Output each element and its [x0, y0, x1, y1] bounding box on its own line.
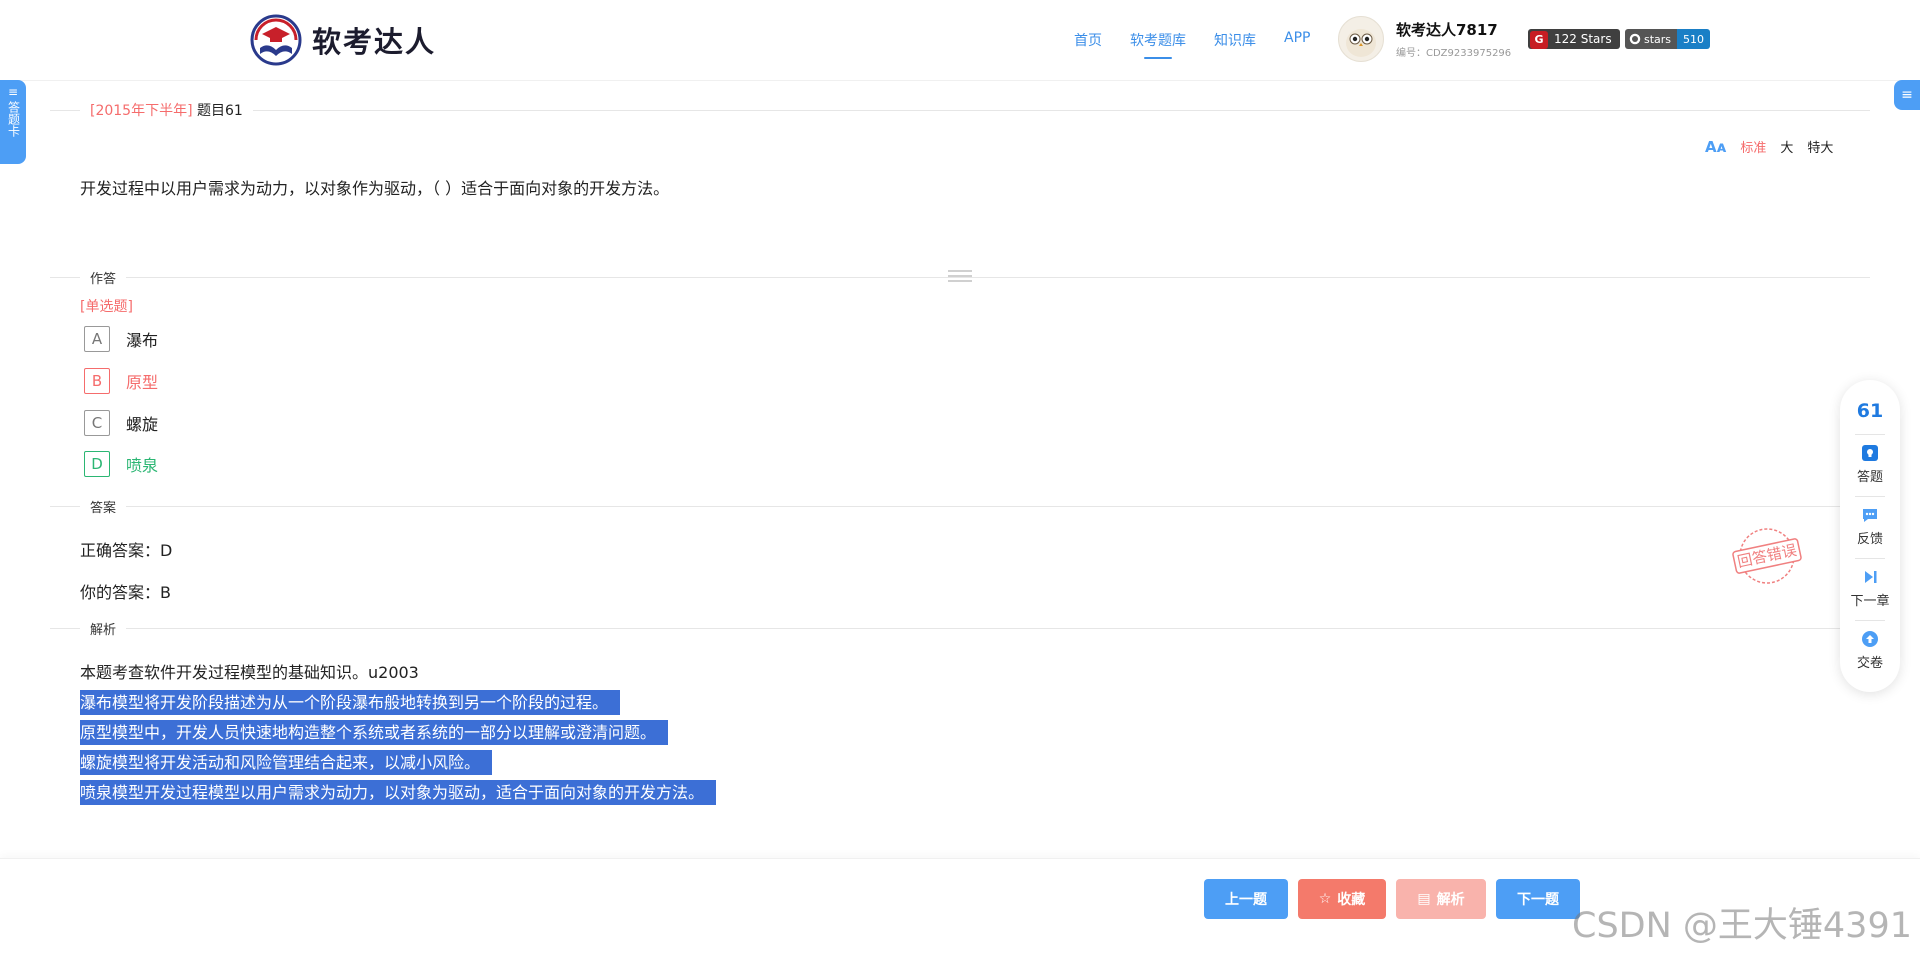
answer-card-label: 答题卡 — [6, 101, 21, 137]
gitee-stars-count: 122 Stars — [1554, 32, 1612, 46]
gitee-stars-badge[interactable]: G 122 Stars — [1528, 29, 1620, 49]
nav-app[interactable]: APP — [1284, 30, 1310, 50]
prev-question-button[interactable]: 上一题 — [1204, 879, 1288, 919]
answer-label: 答题 — [1856, 470, 1883, 485]
analysis-line: 本题考查软件开发过程模型的基础知识。u2003 — [80, 663, 419, 682]
user-name: 软考达人7817 — [1396, 21, 1498, 39]
next-chapter-button[interactable]: 下一章 — [1840, 568, 1900, 609]
document-icon: ▤ — [1417, 891, 1431, 907]
star-icon: ☆ — [1318, 891, 1332, 907]
next-chapter-label: 下一章 — [1850, 594, 1890, 609]
main-nav: 首页 软考题库 知识库 APP — [1074, 30, 1338, 59]
answer-card-tab[interactable]: ≡ 答题卡 — [0, 80, 26, 164]
nav-home[interactable]: 首页 — [1074, 30, 1102, 50]
answer-divider — [50, 506, 1870, 507]
analysis-divider — [50, 628, 1870, 629]
analysis-line-selected: 螺旋模型将开发活动和风险管理结合起来，以减小风险。 — [80, 750, 493, 775]
option-d[interactable]: D 喷泉 — [84, 451, 158, 477]
option-letter: B — [84, 368, 110, 394]
font-large-button[interactable]: 大 — [1780, 137, 1793, 156]
feedback-button[interactable]: 反馈 — [1840, 506, 1900, 547]
option-c[interactable]: C 螺旋 — [84, 410, 158, 436]
analysis-body: 本题考查软件开发过程模型的基础知识。u2003 瀑布模型将开发阶段描述为从一个阶… — [80, 658, 717, 808]
option-letter: D — [84, 451, 110, 477]
option-a[interactable]: A 瀑布 — [84, 326, 158, 352]
github-badge-label: stars — [1644, 32, 1672, 46]
drag-handle[interactable] — [948, 270, 972, 284]
option-text: 螺旋 — [126, 415, 159, 434]
answer-icon — [1862, 445, 1878, 461]
prev-question-label: 上一题 — [1225, 892, 1267, 908]
nav-question-bank[interactable]: 软考题库 — [1130, 30, 1186, 59]
top-header: 软考达人 首页 软考题库 知识库 APP 软考达人7817 编号：CDZ9233… — [0, 0, 1920, 81]
floating-toolbar: 61 答题 反馈 下一章 交卷 — [1840, 380, 1900, 692]
github-icon — [1629, 33, 1641, 45]
csdn-watermark: CSDN @王大锤4391 — [1572, 906, 1912, 946]
favorite-label: 收藏 — [1337, 892, 1366, 908]
correct-answer: 正确答案：D — [80, 541, 173, 560]
submit-button[interactable]: 交卷 — [1840, 630, 1900, 671]
question-divider — [50, 110, 1870, 111]
nav-knowledge-base[interactable]: 知识库 — [1214, 30, 1256, 50]
question-text: 开发过程中以用户需求为动力，以对象作为驱动，（ ）适合于面向对象的开发方法。 — [80, 179, 670, 198]
avatar[interactable] — [1338, 16, 1384, 62]
favorite-button[interactable]: ☆ 收藏 — [1298, 879, 1386, 919]
brand-logo[interactable]: 软考达人 — [250, 14, 436, 66]
option-text: 原型 — [126, 373, 159, 392]
current-question-number[interactable]: 61 — [1840, 400, 1900, 422]
question-number: 题目61 — [197, 103, 243, 119]
owl-icon — [1346, 29, 1376, 57]
user-profile[interactable]: 软考达人7817 编号：CDZ9233975296 — [1338, 16, 1511, 62]
user-id: 编号：CDZ9233975296 — [1396, 48, 1512, 59]
github-stars-count: 510 — [1677, 29, 1711, 49]
option-b[interactable]: B 原型 — [84, 368, 158, 394]
answer-area-label: 作答 — [80, 268, 127, 287]
right-menu-tab[interactable]: ≡ — [1894, 80, 1920, 110]
submit-label: 交卷 — [1856, 656, 1883, 671]
menu-icon: ≡ — [1901, 87, 1913, 103]
analysis-line-selected: 喷泉模型开发过程模型以用户需求为动力，以对象为驱动，适合于面向对象的开发方法。 — [80, 780, 717, 805]
question-year: [2015年下半年] — [90, 103, 193, 119]
option-letter: A — [84, 326, 110, 352]
analysis-label: 解析 — [80, 619, 127, 638]
answer-label: 答案 — [80, 497, 127, 516]
menu-icon: ≡ — [7, 85, 19, 99]
github-stars-badge[interactable]: stars 510 — [1625, 29, 1711, 49]
submit-icon — [1862, 631, 1878, 647]
analysis-button[interactable]: ▤ 解析 — [1396, 879, 1486, 919]
font-xlarge-button[interactable]: 特大 — [1807, 137, 1833, 156]
feedback-icon — [1863, 509, 1877, 522]
answer-sheet-button[interactable]: 答题 — [1840, 444, 1900, 485]
next-question-label: 下一题 — [1517, 892, 1559, 908]
analysis-button-label: 解析 — [1436, 892, 1465, 908]
your-answer: 你的答案：B — [80, 583, 171, 602]
analysis-line-selected: 原型模型中，开发人员快速地构造整个系统或者系统的一部分以理解或澄清问题。 — [80, 720, 669, 745]
logo-icon — [250, 14, 302, 66]
option-text: 喷泉 — [126, 456, 159, 475]
github-badge-left: stars — [1625, 29, 1678, 49]
feedback-label: 反馈 — [1856, 532, 1883, 547]
gitee-icon: G — [1530, 30, 1548, 49]
font-size-tools: Aᴀ 标准 大 特大 — [1705, 137, 1833, 157]
question-source: [2015年下半年] 题目61 — [80, 100, 253, 120]
font-size-icon: Aᴀ — [1705, 137, 1727, 156]
next-question-button[interactable]: 下一题 — [1496, 879, 1580, 919]
question-type: [单选题] — [80, 299, 133, 315]
brand-name: 软考达人 — [312, 25, 437, 59]
wrong-answer-stamp: 回答错误 — [1732, 528, 1802, 584]
option-text: 瀑布 — [126, 331, 159, 350]
next-chapter-icon — [1865, 571, 1877, 583]
font-standard-button[interactable]: 标准 — [1740, 137, 1766, 156]
analysis-line-selected: 瀑布模型将开发阶段描述为从一个阶段瀑布般地转换到另一个阶段的过程。 — [80, 690, 621, 715]
option-letter: C — [84, 410, 110, 436]
